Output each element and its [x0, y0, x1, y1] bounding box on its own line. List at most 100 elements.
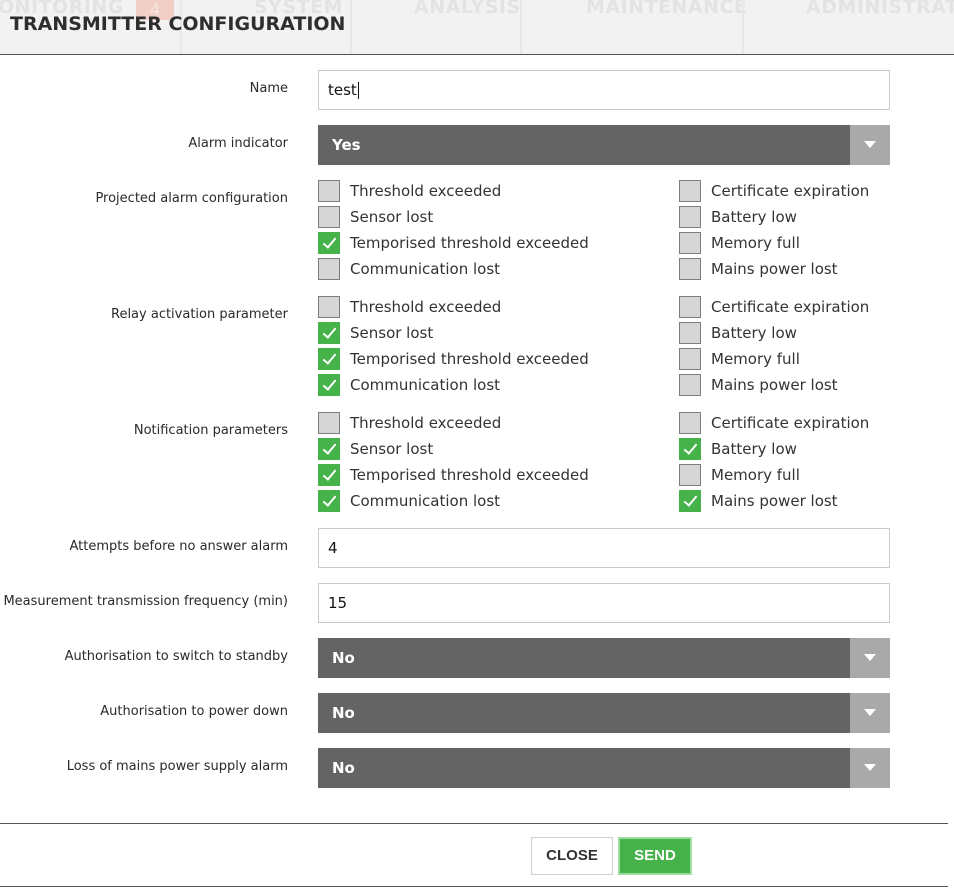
- text-caret: [357, 82, 359, 99]
- checkbox-unchecked[interactable]: [679, 374, 701, 396]
- checkbox-label: Sensor lost: [350, 208, 434, 226]
- dropdown-toggle[interactable]: [850, 748, 890, 788]
- checkbox-unchecked[interactable]: [318, 412, 340, 434]
- power-down-select[interactable]: No: [318, 693, 890, 733]
- checkbox-item[interactable]: Certificate expiration: [679, 296, 869, 318]
- checkbox-item[interactable]: Sensor lost: [318, 322, 433, 344]
- checkbox-label: Battery low: [711, 324, 797, 342]
- alarm-indicator-value: Yes: [332, 136, 361, 154]
- name-value: test: [328, 81, 357, 99]
- checkbox-unchecked[interactable]: [679, 180, 701, 202]
- send-button[interactable]: SEND: [618, 837, 692, 875]
- checkbox-checked[interactable]: [318, 348, 340, 370]
- checkmark-icon: [322, 376, 337, 391]
- checkbox-unchecked[interactable]: [679, 206, 701, 228]
- checkbox-item[interactable]: Memory full: [679, 348, 800, 370]
- checkbox-label: Sensor lost: [350, 440, 434, 458]
- chevron-down-icon: [864, 709, 876, 716]
- attempts-label: Attempts before no answer alarm: [69, 539, 288, 554]
- attempts-value: 4: [328, 539, 338, 557]
- checkbox-item[interactable]: Temporised threshold exceeded: [318, 232, 589, 254]
- checkbox-checked[interactable]: [679, 438, 701, 460]
- checkbox-item[interactable]: Battery low: [679, 438, 797, 460]
- close-button[interactable]: CLOSE: [531, 837, 613, 875]
- checkbox-item[interactable]: Communication lost: [318, 490, 500, 512]
- checkbox-item[interactable]: Certificate expiration: [679, 180, 869, 202]
- checkbox-checked[interactable]: [318, 322, 340, 344]
- dropdown-toggle[interactable]: [850, 125, 890, 165]
- checkbox-label: Mains power lost: [711, 492, 838, 510]
- checkbox-unchecked[interactable]: [318, 258, 340, 280]
- checkbox-item[interactable]: Threshold exceeded: [318, 180, 501, 202]
- checkbox-unchecked[interactable]: [679, 412, 701, 434]
- chevron-down-icon: [864, 764, 876, 771]
- checkbox-item[interactable]: Mains power lost: [679, 258, 838, 280]
- checkbox-item[interactable]: Memory full: [679, 464, 800, 486]
- checkbox-label: Battery low: [711, 208, 797, 226]
- attempts-input[interactable]: 4: [318, 528, 890, 568]
- checkmark-icon: [322, 440, 337, 455]
- checkbox-checked[interactable]: [318, 490, 340, 512]
- standby-value: No: [332, 649, 355, 667]
- checkbox-label: Certificate expiration: [711, 182, 870, 200]
- checkbox-label: Temporised threshold exceeded: [350, 234, 589, 252]
- checkbox-unchecked[interactable]: [679, 322, 701, 344]
- checkbox-item[interactable]: Battery low: [679, 322, 797, 344]
- checkbox-label: Memory full: [711, 350, 800, 368]
- dropdown-toggle[interactable]: [850, 638, 890, 678]
- checkbox-unchecked[interactable]: [679, 232, 701, 254]
- standby-select[interactable]: No: [318, 638, 890, 678]
- checkbox-label: Memory full: [711, 466, 800, 484]
- frequency-label: Measurement transmission frequency (min): [3, 594, 288, 609]
- checkbox-item[interactable]: Memory full: [679, 232, 800, 254]
- checkbox-checked[interactable]: [679, 490, 701, 512]
- checkbox-unchecked[interactable]: [679, 464, 701, 486]
- checkbox-item[interactable]: Temporised threshold exceeded: [318, 348, 589, 370]
- checkbox-label: Temporised threshold exceeded: [350, 466, 589, 484]
- checkbox-label: Battery low: [711, 440, 797, 458]
- checkbox-unchecked[interactable]: [679, 348, 701, 370]
- checkbox-unchecked[interactable]: [318, 180, 340, 202]
- name-input[interactable]: test: [318, 70, 890, 110]
- checkbox-unchecked[interactable]: [679, 258, 701, 280]
- checkbox-item[interactable]: Communication lost: [318, 374, 500, 396]
- checkbox-item[interactable]: Temporised threshold exceeded: [318, 464, 589, 486]
- projected-alarm-label: Projected alarm configuration: [95, 191, 288, 206]
- checkbox-item[interactable]: Certificate expiration: [679, 412, 869, 434]
- checkbox-item[interactable]: Mains power lost: [679, 490, 838, 512]
- modal-title: TRANSMITTER CONFIGURATION: [10, 13, 346, 35]
- checkbox-unchecked[interactable]: [318, 206, 340, 228]
- power-down-label: Authorisation to power down: [100, 704, 288, 719]
- checkbox-item[interactable]: Mains power lost: [679, 374, 838, 396]
- checkbox-item[interactable]: Communication lost: [318, 258, 500, 280]
- checkbox-label: Mains power lost: [711, 376, 838, 394]
- checkmark-icon: [322, 466, 337, 481]
- checkbox-label: Memory full: [711, 234, 800, 252]
- mains-alarm-label: Loss of mains power supply alarm: [66, 759, 288, 774]
- checkbox-checked[interactable]: [318, 438, 340, 460]
- frequency-input[interactable]: 15: [318, 583, 890, 623]
- mains-alarm-select[interactable]: No: [318, 748, 890, 788]
- checkbox-unchecked[interactable]: [679, 296, 701, 318]
- checkbox-item[interactable]: Threshold exceeded: [318, 412, 501, 434]
- notification-parameters-label: Notification parameters: [133, 423, 288, 438]
- checkbox-label: Communication lost: [350, 376, 501, 394]
- checkmark-icon: [322, 234, 337, 249]
- dropdown-toggle[interactable]: [850, 693, 890, 733]
- checkmark-icon: [322, 324, 337, 339]
- checkbox-item[interactable]: Sensor lost: [318, 438, 433, 460]
- checkbox-item[interactable]: Sensor lost: [318, 206, 433, 228]
- relay-activation-label: Relay activation parameter: [111, 307, 288, 322]
- footer-divider: [0, 886, 948, 887]
- checkbox-checked[interactable]: [318, 374, 340, 396]
- checkbox-checked[interactable]: [318, 464, 340, 486]
- alarm-indicator-select[interactable]: Yes: [318, 125, 890, 165]
- checkbox-checked[interactable]: [318, 232, 340, 254]
- frequency-value: 15: [328, 594, 348, 612]
- checkbox-item[interactable]: Threshold exceeded: [318, 296, 501, 318]
- mains-alarm-value: No: [332, 759, 355, 777]
- checkbox-label: Certificate expiration: [711, 414, 870, 432]
- checkbox-item[interactable]: Battery low: [679, 206, 797, 228]
- checkbox-unchecked[interactable]: [318, 296, 340, 318]
- checkbox-label: Threshold exceeded: [350, 182, 502, 200]
